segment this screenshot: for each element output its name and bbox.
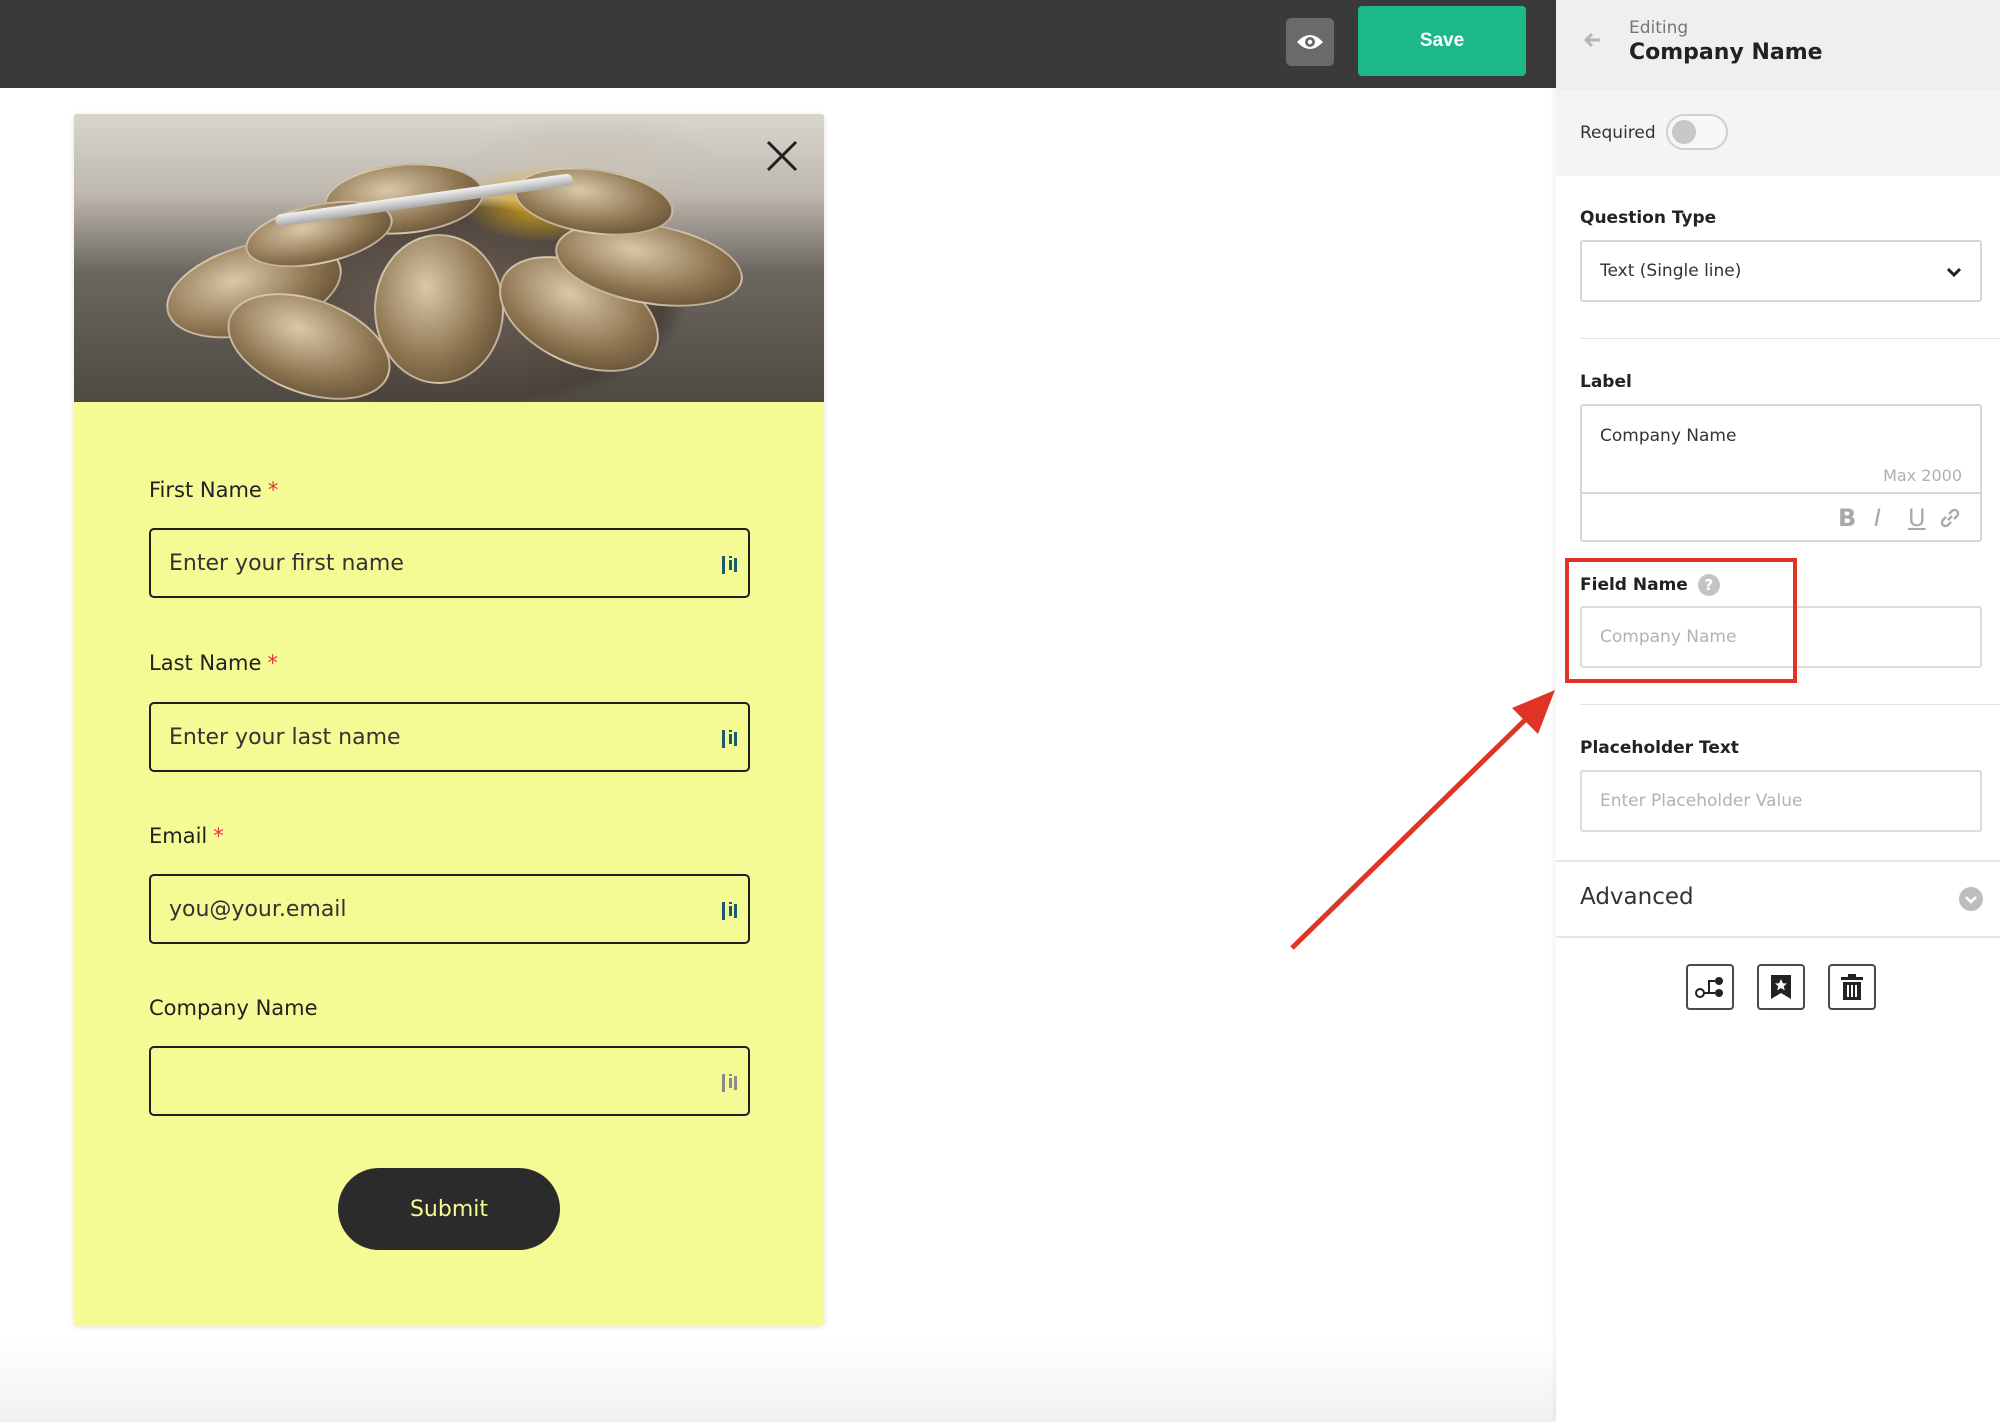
oysters-photo xyxy=(74,114,824,402)
label-editor[interactable]: Company Name Max 2000 B I U xyxy=(1580,404,1982,542)
autofill-icon xyxy=(722,730,737,748)
autofill-icon xyxy=(722,902,737,920)
close-icon[interactable] xyxy=(760,134,804,178)
bookmark-star-icon xyxy=(1771,975,1791,999)
email-placeholder: you@your.email xyxy=(169,896,347,922)
required-mark: * xyxy=(213,824,224,848)
top-toolbar: Save xyxy=(0,0,1556,88)
save-button[interactable]: Save xyxy=(1358,6,1526,76)
link-icon[interactable] xyxy=(1938,506,1962,530)
first-name-label: First Name * xyxy=(149,478,278,502)
question-type-select[interactable]: Text (Single line) xyxy=(1580,240,1982,302)
annotation-arrow xyxy=(1290,690,1555,950)
submit-button[interactable]: Submit xyxy=(338,1168,560,1250)
email-label-text: Email xyxy=(149,824,208,848)
eye-icon xyxy=(1297,35,1323,49)
placeholder-text-heading: Placeholder Text xyxy=(1580,738,1739,758)
autofill-icon xyxy=(722,556,737,574)
last-name-label-text: Last Name xyxy=(149,651,262,675)
chevron-down-icon xyxy=(1946,267,1962,278)
required-toggle[interactable] xyxy=(1666,114,1728,150)
field-editor-panel: Editing Company Name Required Question T… xyxy=(1556,0,2000,1422)
delete-button[interactable] xyxy=(1828,964,1876,1010)
divider xyxy=(1580,704,2000,705)
preview-button[interactable] xyxy=(1286,18,1334,66)
required-row: Required xyxy=(1556,90,2000,176)
form-card: First Name * Enter your first name Last N… xyxy=(74,114,824,1326)
required-mark: * xyxy=(267,478,279,502)
italic-button[interactable]: I xyxy=(1874,504,1881,532)
required-label: Required xyxy=(1580,123,1656,143)
email-input[interactable]: you@your.email xyxy=(149,874,750,944)
panel-header: Editing Company Name xyxy=(1556,0,2000,90)
label-max-count: Max 2000 xyxy=(1883,466,1962,485)
bold-button[interactable]: B xyxy=(1838,504,1856,532)
editing-caption: Editing xyxy=(1629,18,1689,38)
company-name-label-text: Company Name xyxy=(149,996,318,1020)
first-name-input[interactable]: Enter your first name xyxy=(149,528,750,598)
last-name-placeholder: Enter your last name xyxy=(169,724,401,750)
email-label: Email * xyxy=(149,824,224,848)
placeholder-text-input[interactable]: Enter Placeholder Value xyxy=(1580,770,1982,832)
label-value: Company Name xyxy=(1600,426,1737,446)
label-heading: Label xyxy=(1580,372,1632,392)
logic-icon xyxy=(1695,977,1723,998)
format-toolbar: B I U xyxy=(1582,492,1980,540)
editing-title: Company Name xyxy=(1629,40,1823,65)
company-name-input[interactable] xyxy=(149,1046,750,1116)
field-name-highlight xyxy=(1565,558,1797,683)
company-name-label: Company Name xyxy=(149,996,318,1020)
logic-button[interactable] xyxy=(1686,964,1734,1010)
required-mark: * xyxy=(267,651,278,675)
canvas-bottom xyxy=(0,1340,1556,1422)
last-name-label: Last Name * xyxy=(149,651,278,675)
expand-icon xyxy=(1959,887,1983,911)
save-to-library-button[interactable] xyxy=(1757,964,1805,1010)
first-name-label-text: First Name xyxy=(149,478,262,502)
underline-button[interactable]: U xyxy=(1908,504,1926,532)
autofill-icon xyxy=(722,1074,737,1092)
trash-icon xyxy=(1841,974,1863,1000)
first-name-placeholder: Enter your first name xyxy=(169,550,404,576)
advanced-label: Advanced xyxy=(1580,884,1694,910)
question-type-heading: Question Type xyxy=(1580,208,1717,228)
question-type-value: Text (Single line) xyxy=(1600,261,1742,281)
toggle-knob xyxy=(1672,120,1696,144)
advanced-section-toggle[interactable]: Advanced xyxy=(1556,860,2000,938)
back-arrow-icon[interactable] xyxy=(1582,30,1602,50)
placeholder-text-placeholder: Enter Placeholder Value xyxy=(1600,791,1803,811)
last-name-input[interactable]: Enter your last name xyxy=(149,702,750,772)
divider xyxy=(1580,338,2000,339)
